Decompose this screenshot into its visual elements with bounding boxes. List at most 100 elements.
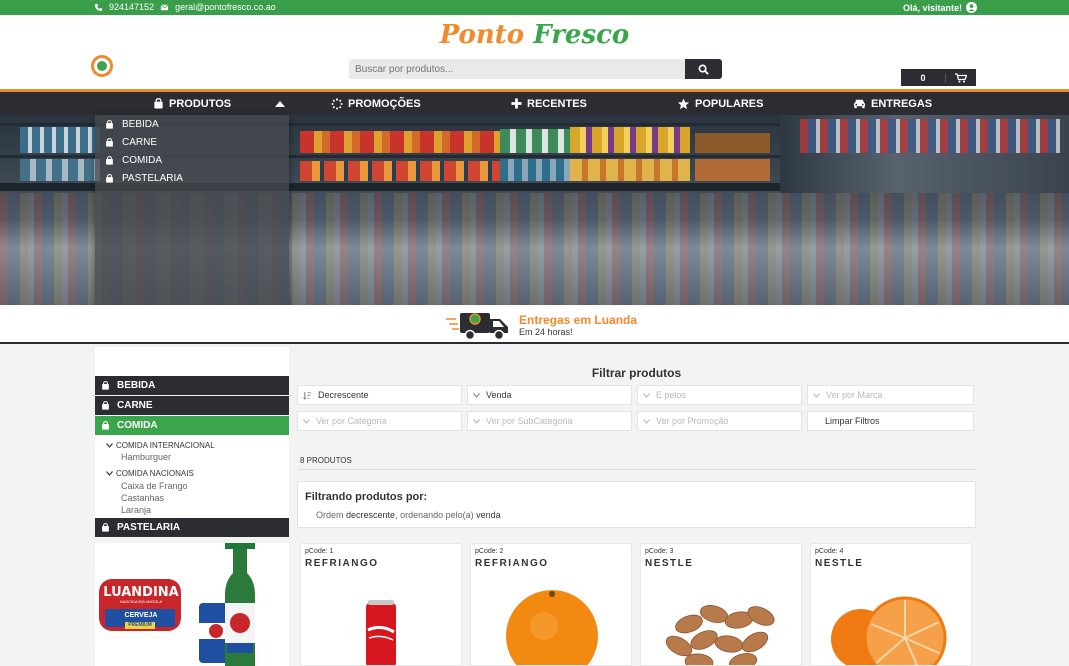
star-icon bbox=[677, 98, 690, 109]
sidebar-item-label: BEBIDA bbox=[117, 380, 156, 391]
product-code: pCode: 3 bbox=[645, 548, 674, 555]
nav-recentes[interactable]: RECENTES bbox=[511, 92, 587, 115]
search-button[interactable] bbox=[685, 59, 722, 79]
delivery-truck-icon bbox=[446, 313, 508, 341]
sidebar-item-label: COMIDA bbox=[117, 420, 158, 431]
chevron-down-icon bbox=[303, 418, 310, 424]
sidebar-item-comida[interactable]: COMIDA bbox=[95, 416, 289, 435]
nav-populares-label: POPULARES bbox=[695, 97, 764, 110]
chevron-down-icon bbox=[643, 418, 650, 424]
nav-promocoes-label: PROMOÇÕES bbox=[348, 97, 421, 110]
subgroup-comida-internacional[interactable]: COMIDA INTERNACIONAL bbox=[106, 441, 215, 450]
subcategoria-placeholder: Ver por SubCategoria bbox=[486, 416, 573, 426]
cart-icon bbox=[955, 72, 967, 83]
product-code: pCode: 4 bbox=[815, 548, 844, 555]
nav-produtos-label: PRODUTOS bbox=[169, 97, 232, 110]
sidebar-item-carne[interactable]: CARNE bbox=[95, 396, 289, 415]
nav-populares[interactable]: POPULARES bbox=[677, 92, 763, 115]
logo-word-fresco: Fresco bbox=[533, 20, 630, 50]
sidebar-item-bebida[interactable]: BEBIDA bbox=[95, 376, 289, 395]
subcategoria-select[interactable]: Ver por SubCategoria bbox=[467, 411, 632, 431]
luandina-ad-banner[interactable]: LUANDINA NASCIDA EM ANGOLA CERVEJA PREMI… bbox=[95, 543, 289, 666]
almonds-image bbox=[665, 605, 775, 665]
nav-produtos[interactable]: PRODUTOS bbox=[153, 92, 231, 115]
cart-button[interactable]: 0 bbox=[901, 69, 976, 86]
clear-filters-label: Limpar Filtros bbox=[825, 416, 880, 426]
categoria-select[interactable]: Ver por Categoria bbox=[297, 411, 462, 431]
email-address[interactable]: geral@pontofresco.co.ao bbox=[175, 2, 276, 12]
clear-filters-button[interactable]: Limpar Filtros bbox=[807, 411, 974, 431]
chevron-down-icon bbox=[813, 392, 820, 398]
shopping-bag-icon bbox=[154, 98, 163, 109]
subcategory-caixa-de-frango[interactable]: Caixa de Frango bbox=[121, 481, 188, 491]
product-brand: NESTLE bbox=[815, 558, 864, 569]
filter-title: Filtrar produtos bbox=[591, 366, 682, 380]
search-input[interactable] bbox=[349, 59, 685, 79]
product-count: 8 PRODUTOS bbox=[300, 456, 352, 465]
dropdown-item-pastelaria[interactable]: PASTELARIA bbox=[105, 171, 183, 185]
dropdown-item-label: COMIDA bbox=[122, 154, 162, 166]
shopping-bag-icon bbox=[102, 381, 109, 390]
chevron-down-icon bbox=[473, 392, 480, 398]
subcategory-castanhas[interactable]: Castanhas bbox=[121, 493, 164, 503]
divider bbox=[298, 469, 976, 470]
subgroup-label: COMIDA NACIONAIS bbox=[116, 469, 194, 478]
nav-promocoes[interactable]: PROMOÇÕES bbox=[331, 92, 421, 115]
shopping-bag-icon bbox=[106, 173, 113, 183]
sidebar-item-label: CARNE bbox=[117, 400, 153, 411]
product-card[interactable]: pCode: 4 NESTLE bbox=[810, 543, 972, 666]
nav-entregas[interactable]: ENTREGAS bbox=[853, 92, 932, 115]
main-nav: PRODUTOS PROMOÇÕES RECENTES POPULARES EN… bbox=[0, 92, 1069, 115]
dropdown-item-comida[interactable]: COMIDA bbox=[105, 153, 162, 167]
filter-summary: Filtrando produtos por: Ordem decrescent… bbox=[297, 481, 976, 528]
product-brand: REFRIANGO bbox=[475, 558, 549, 569]
chevron-up-icon[interactable] bbox=[275, 101, 285, 107]
delivery-subtitle: Em 24 horas! bbox=[519, 327, 573, 337]
sidebar-item-label: PASTELARIA bbox=[117, 522, 181, 533]
marca-select[interactable]: Ver por Marca bbox=[807, 385, 974, 405]
product-card[interactable]: pCode: 2 REFRIANGO bbox=[470, 543, 632, 666]
beer-ad-image bbox=[99, 543, 255, 666]
dropdown-item-label: PASTELARIA bbox=[122, 172, 183, 184]
car-icon bbox=[853, 99, 866, 109]
nav-entregas-label: ENTREGAS bbox=[871, 97, 933, 110]
e-pelos-placeholder: E pelos bbox=[656, 390, 687, 400]
email-icon bbox=[160, 4, 169, 10]
shopping-bag-icon bbox=[102, 523, 109, 532]
shopping-bag-icon bbox=[106, 119, 113, 129]
product-code: pCode: 1 bbox=[305, 548, 334, 555]
shopping-bag-icon bbox=[106, 155, 113, 165]
order-select[interactable]: Decrescente bbox=[297, 385, 462, 405]
sidebar-subcategories: COMIDA INTERNACIONAL Hamburguer COMIDA N… bbox=[95, 435, 289, 518]
product-card[interactable]: pCode: 3 NESTLE bbox=[640, 543, 802, 666]
subcategory-laranja[interactable]: Laranja bbox=[121, 505, 151, 515]
phone-number: 924147152 bbox=[109, 2, 155, 12]
site-logo[interactable]: Ponto Fresco bbox=[0, 20, 1069, 50]
sidebar-item-pastelaria[interactable]: PASTELARIA bbox=[95, 518, 289, 537]
shopping-bag-icon bbox=[102, 421, 109, 430]
delivery-band: Entregas em Luanda Em 24 horas! bbox=[0, 305, 1069, 344]
site-header: Ponto Fresco 0 bbox=[0, 15, 1069, 91]
sidebar-top-spacer bbox=[95, 347, 289, 376]
banner-tagline: NASCIDA EM ANGOLA bbox=[119, 599, 163, 604]
user-icon bbox=[966, 2, 977, 13]
promocao-placeholder: Ver por Promoção bbox=[656, 416, 729, 426]
cart-count: 0 bbox=[920, 72, 926, 83]
subgroup-comida-nacionais[interactable]: COMIDA NACIONAIS bbox=[106, 469, 194, 478]
dropdown-item-bebida[interactable]: BEBIDA bbox=[105, 117, 159, 131]
banner-sub: CERVEJA bbox=[124, 612, 158, 619]
promocao-select[interactable]: Ver por Promoção bbox=[637, 411, 802, 431]
product-card[interactable]: pCode: 1 REFRIANGO bbox=[300, 543, 462, 666]
e-pelos-select[interactable]: E pelos bbox=[637, 385, 802, 405]
contact-info: 924147152 geral@pontofresco.co.ao bbox=[94, 2, 276, 12]
greeting-text: Olá, visitante! bbox=[902, 2, 962, 13]
subgroup-label: COMIDA INTERNACIONAL bbox=[116, 441, 215, 450]
product-brand: REFRIANGO bbox=[305, 558, 379, 569]
subcategory-hamburguer[interactable]: Hamburguer bbox=[121, 452, 171, 462]
sort-icon bbox=[303, 391, 312, 400]
sort-by-select[interactable]: Venda bbox=[467, 385, 632, 405]
user-greeting[interactable]: Olá, visitante! bbox=[903, 2, 977, 13]
dropdown-item-carne[interactable]: CARNE bbox=[105, 135, 157, 149]
shopping-bag-icon bbox=[102, 401, 109, 410]
logo-word-ponto: Ponto bbox=[439, 20, 525, 50]
